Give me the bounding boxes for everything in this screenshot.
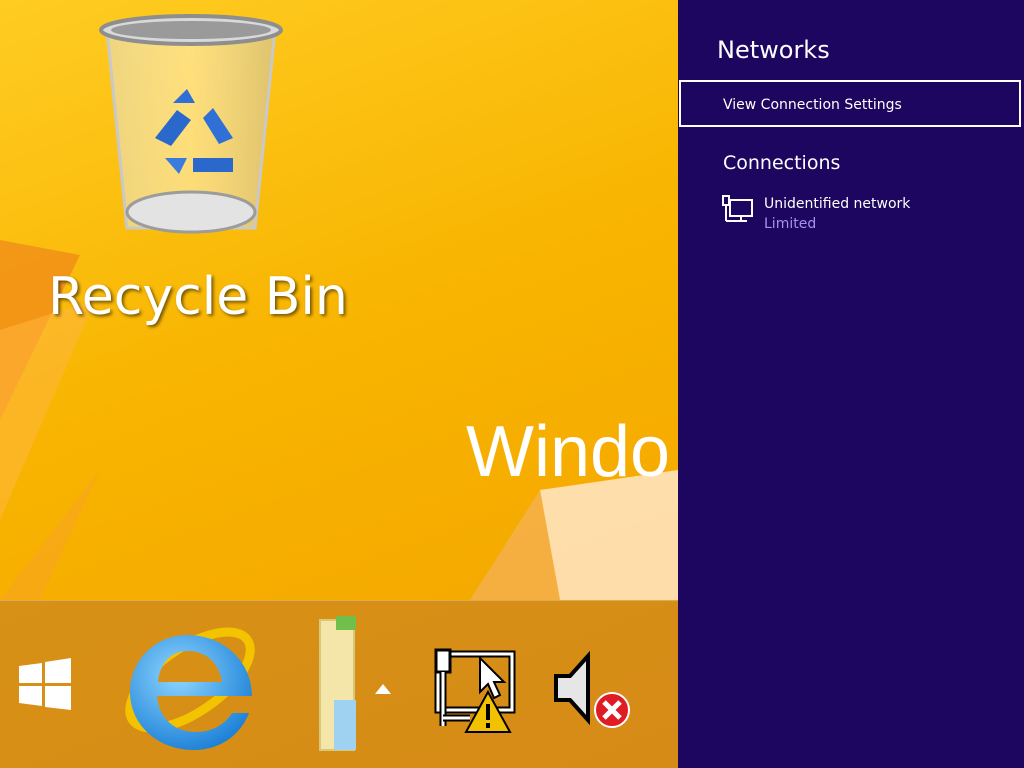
connections-heading: Connections: [723, 152, 841, 174]
recycle-bin-icon: [99, 14, 283, 234]
file-explorer-icon[interactable]: [316, 614, 364, 754]
view-connection-settings-button[interactable]: View Connection Settings: [679, 80, 1021, 127]
show-hidden-icons-icon[interactable]: [373, 682, 393, 696]
connection-name: Unidentified network: [764, 196, 911, 212]
connection-item[interactable]: Unidentified network Limited: [722, 194, 1002, 238]
connection-status: Limited: [764, 216, 817, 232]
desktop: Recycle Bin Windo: [0, 0, 678, 768]
internet-explorer-icon[interactable]: [112, 610, 262, 760]
speaker-muted-icon[interactable]: [552, 650, 632, 730]
view-connection-settings-label: View Connection Settings: [723, 97, 902, 113]
taskbar: [0, 600, 678, 768]
windows-start-icon[interactable]: [17, 656, 73, 712]
pane-title: Networks: [717, 36, 830, 64]
network-warning-icon[interactable]: [430, 646, 520, 736]
recycle-bin-shortcut[interactable]: Recycle Bin: [40, 8, 360, 338]
recycle-bin-label: Recycle Bin: [48, 267, 348, 327]
networks-pane: Networks View Connection Settings Connec…: [678, 0, 1024, 768]
windows-wordmark: Windo: [466, 412, 671, 492]
wired-network-icon: [722, 195, 753, 222]
